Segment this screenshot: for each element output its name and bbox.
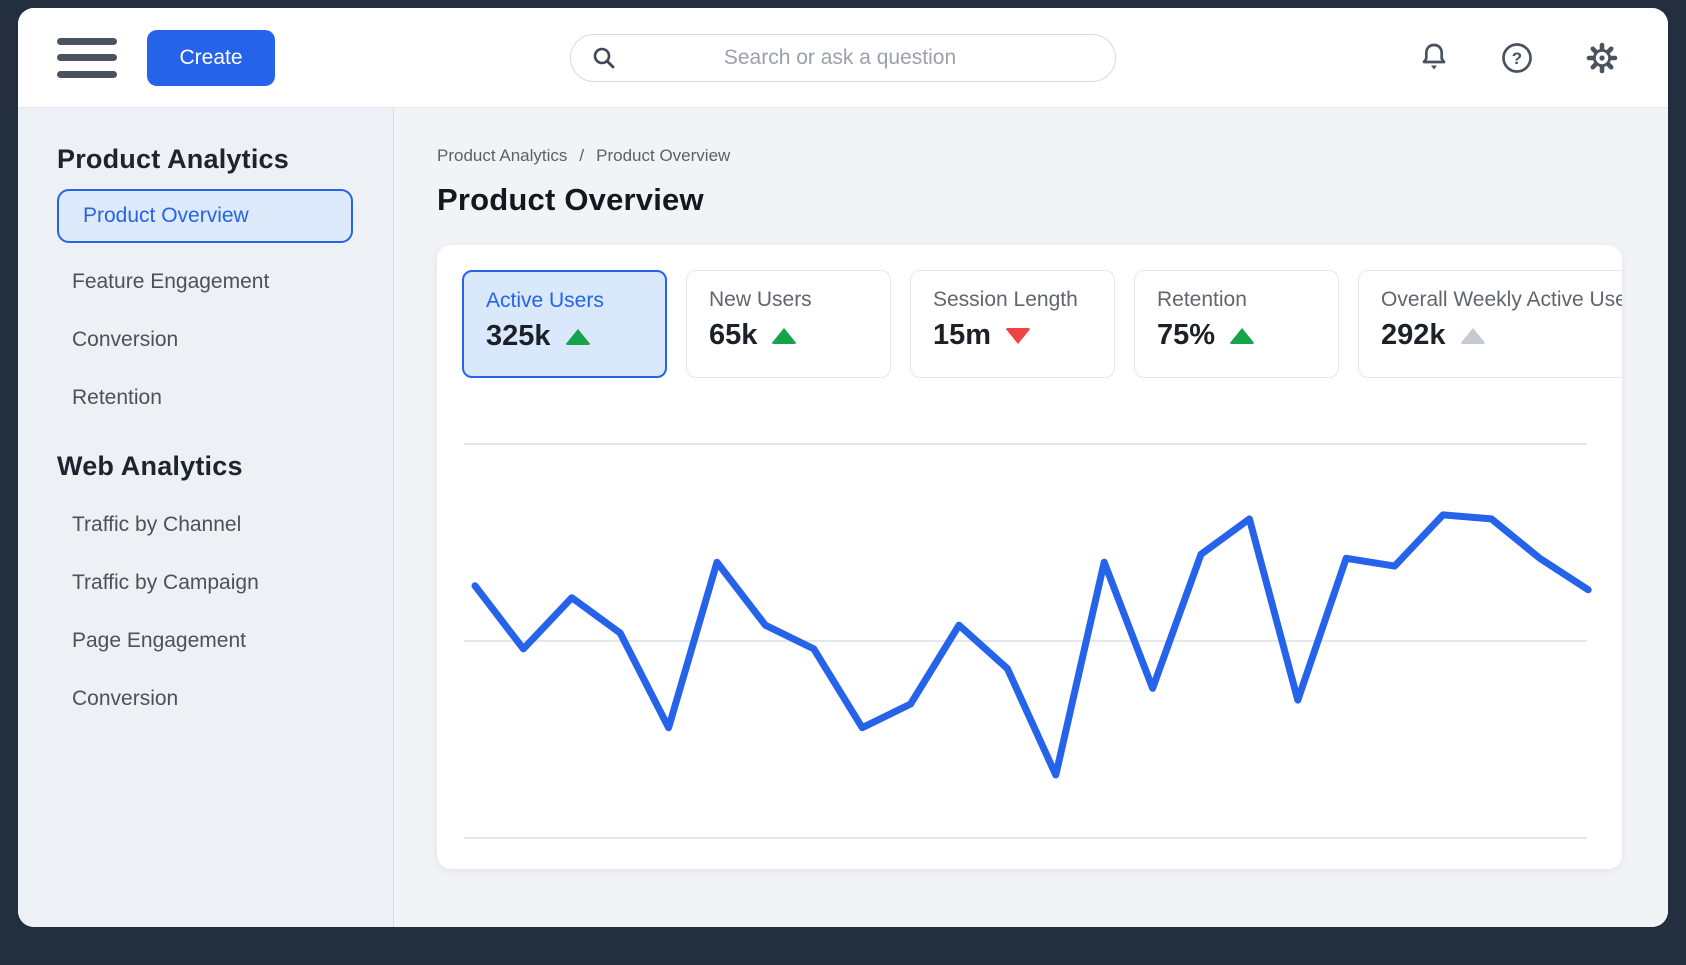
trend-up-icon (565, 329, 591, 345)
app-window: Create ? (18, 8, 1668, 927)
notifications-button[interactable] (1418, 40, 1450, 76)
sidebar-item-feature-engagement[interactable]: Feature Engagement (57, 253, 373, 311)
bell-icon (1418, 40, 1450, 76)
metric-value: 292k (1381, 319, 1446, 352)
metric-card-session-length[interactable]: Session Length 15m (910, 270, 1115, 378)
metric-label: Overall Weekly Active Users (1381, 288, 1622, 312)
chart-area (462, 391, 1599, 861)
trend-up-icon (771, 328, 797, 344)
sidebar-item-conversion[interactable]: Conversion (57, 670, 373, 728)
overview-panel: Active Users 325k New Users 65k Session Leng… (437, 245, 1622, 869)
breadcrumb-product-overview[interactable]: Product Overview (596, 146, 730, 166)
sidebar-item-traffic-by-channel[interactable]: Traffic by Channel (57, 496, 373, 554)
sidebar-section-title-product-analytics: Product Analytics (57, 144, 373, 175)
line-chart (462, 391, 1599, 861)
metric-value: 15m (933, 319, 991, 352)
hamburger-menu-icon[interactable] (57, 38, 117, 78)
metric-value-row: 325k (486, 320, 665, 353)
main-content: Product Analytics / Product Overview Pro… (394, 108, 1668, 927)
metric-card-overall-weekly-active-users[interactable]: Overall Weekly Active Users 292k (1358, 270, 1622, 378)
metric-value: 65k (709, 319, 757, 352)
svg-text:?: ? (1512, 49, 1522, 68)
metric-cards-row: Active Users 325k New Users 65k Session Leng… (462, 270, 1622, 378)
metric-value: 75% (1157, 319, 1215, 352)
sidebar-item-product-overview[interactable]: Product Overview (57, 189, 353, 243)
metric-value-row: 65k (709, 319, 890, 352)
sidebar-item-traffic-by-campaign[interactable]: Traffic by Campaign (57, 554, 373, 612)
help-icon: ? (1500, 41, 1534, 75)
trend-up-icon (1460, 328, 1486, 344)
create-button[interactable]: Create (147, 30, 275, 86)
top-bar: Create ? (18, 8, 1668, 108)
gear-icon (1584, 40, 1620, 76)
metric-label: Retention (1157, 288, 1338, 312)
sidebar-item-conversion[interactable]: Conversion (57, 311, 373, 369)
breadcrumb-product-analytics[interactable]: Product Analytics (437, 146, 567, 166)
topbar-icon-group: ? (1418, 40, 1620, 76)
metric-label: Active Users (486, 289, 665, 313)
sidebar-item-retention[interactable]: Retention (57, 369, 373, 427)
search-bar[interactable] (570, 34, 1116, 82)
metric-card-new-users[interactable]: New Users 65k (686, 270, 891, 378)
metric-card-retention[interactable]: Retention 75% (1134, 270, 1339, 378)
metric-value-row: 15m (933, 319, 1114, 352)
sidebar-item-page-engagement[interactable]: Page Engagement (57, 612, 373, 670)
settings-button[interactable] (1584, 40, 1620, 76)
help-button[interactable]: ? (1500, 41, 1534, 75)
active-users-line-series (475, 515, 1588, 775)
sidebar-nav: Product Analytics Product Overview Feature… (18, 108, 394, 927)
metric-value-row: 292k (1381, 319, 1622, 352)
page-title: Product Overview (437, 182, 1668, 218)
metric-value-row: 75% (1157, 319, 1338, 352)
metric-value: 325k (486, 320, 551, 353)
metric-card-active-users[interactable]: Active Users 325k (462, 270, 667, 378)
trend-up-icon (1229, 328, 1255, 344)
breadcrumb-separator: / (579, 146, 584, 166)
metric-label: New Users (709, 288, 890, 312)
breadcrumb: Product Analytics / Product Overview (437, 146, 1668, 166)
search-input[interactable] (617, 46, 1097, 70)
search-icon (591, 45, 617, 71)
trend-down-icon (1005, 328, 1031, 344)
sidebar-section-title-web-analytics: Web Analytics (57, 451, 373, 482)
metric-label: Session Length (933, 288, 1114, 312)
